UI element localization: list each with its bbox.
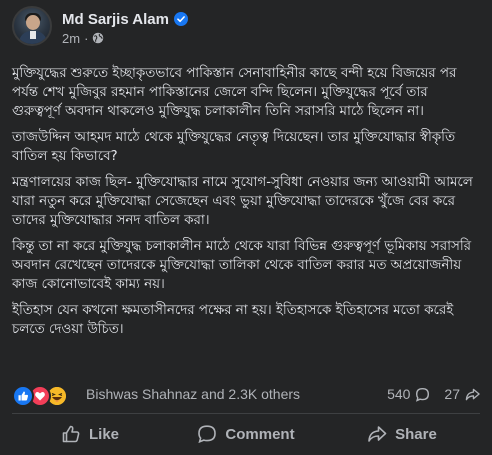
engagement-counts: 540 27 — [387, 386, 480, 402]
post-timestamp[interactable]: 2m — [62, 31, 80, 46]
shares-count-value: 27 — [444, 386, 460, 402]
post-paragraph: কিন্তু তা না করে মুক্তিযুদ্ধ চলাকালীন মা… — [12, 239, 472, 292]
actions-divider — [12, 413, 480, 414]
post-header: Md Sarjis Alam 2m · — [12, 6, 482, 56]
comments-count-value: 540 — [387, 386, 411, 402]
comment-icon — [198, 425, 217, 444]
author-name-row: Md Sarjis Alam — [62, 9, 188, 29]
post-paragraph: মন্ত্রণালয়ের কাজ ছিল- মুক্তিযোদ্ধার নাম… — [12, 175, 473, 228]
share-button[interactable]: Share — [324, 416, 480, 452]
reactions-summary[interactable]: Bishwas Shahnaz and 2.3K others — [86, 386, 300, 402]
share-icon — [368, 426, 387, 442]
post-text: মুক্তিযুদ্ধের শুরুতে ইচ্ছাকৃতভাবে পাকিস্… — [12, 64, 480, 346]
post-card: Md Sarjis Alam 2m · মুক্তিযুদ্ধের শুরুতে… — [0, 0, 492, 455]
globe-icon[interactable] — [92, 32, 104, 44]
shares-count[interactable]: 27 — [444, 386, 480, 402]
like-button-label: Like — [88, 425, 119, 443]
comment-count-icon — [416, 387, 430, 402]
reaction-icons[interactable] — [12, 385, 68, 407]
post-paragraph: ইতিহাস যেন কখনো ক্ষমতাসীনদের পক্ষের না হ… — [12, 303, 454, 337]
share-count-icon — [465, 388, 480, 400]
like-reaction-icon — [12, 385, 34, 407]
post-meta: 2m · — [62, 29, 104, 47]
post-paragraph: মুক্তিযুদ্ধের শুরুতে ইচ্ছাকৃতভাবে পাকিস্… — [12, 66, 457, 119]
post-actions: Like Comment Share — [12, 416, 480, 452]
like-button[interactable]: Like — [12, 416, 168, 452]
verified-badge-icon — [173, 12, 188, 26]
thumbs-up-icon — [62, 425, 80, 443]
post-paragraph: তাজউদ্দিন আহমদ মাঠে থেকে মুক্তিযুদ্ধের ন… — [12, 130, 456, 164]
share-button-label: Share — [395, 425, 437, 443]
author-avatar[interactable] — [12, 6, 52, 46]
reactions-row: Bishwas Shahnaz and 2.3K others 540 27 — [12, 384, 480, 407]
author-name[interactable]: Md Sarjis Alam — [62, 11, 169, 28]
comment-button[interactable]: Comment — [168, 416, 324, 452]
comment-button-label: Comment — [225, 425, 295, 443]
comments-count[interactable]: 540 — [387, 386, 430, 402]
meta-separator: · — [84, 30, 89, 46]
